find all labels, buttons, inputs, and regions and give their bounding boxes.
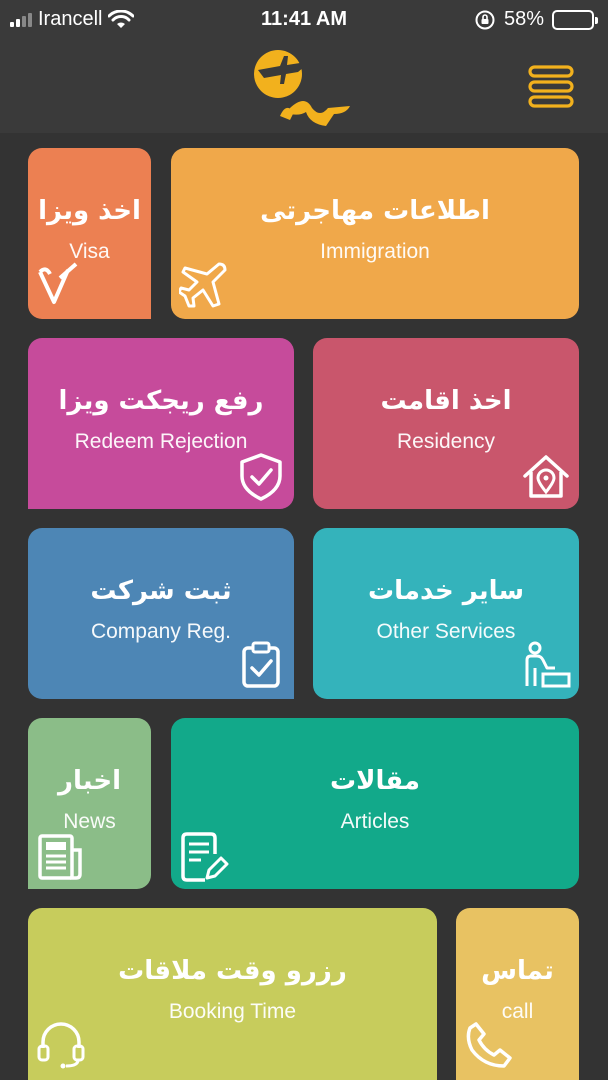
rotation-lock-icon xyxy=(475,10,495,29)
tile-residency-title-en: Residency xyxy=(396,430,496,453)
phone-icon xyxy=(466,1022,512,1068)
tile-company-registration[interactable]: ثبت شرکت Company Reg. xyxy=(28,528,294,699)
house-location-icon xyxy=(523,455,569,498)
tile-booking-title-fa: رزرو وقت ملاقات xyxy=(118,956,347,986)
airplane-icon xyxy=(179,262,227,308)
tile-redeem-title-fa: رفع ریجکت ویزا xyxy=(58,386,264,416)
tile-articles[interactable]: مقالات Articles xyxy=(171,718,579,889)
tile-call[interactable]: تماس call xyxy=(456,908,579,1080)
services-grid: اخذ ویزا Visa اطلاعات مهاجرتی Immigratio… xyxy=(0,133,608,1080)
shield-check-icon xyxy=(240,453,282,501)
visa-v-icon xyxy=(38,262,78,304)
tile-news[interactable]: اخبار News xyxy=(28,718,151,889)
person-desk-icon xyxy=(525,641,571,688)
tile-redeem-rejection[interactable]: رفع ریجکت ویزا Redeem Rejection xyxy=(28,338,294,509)
app-header xyxy=(0,40,608,133)
tile-residency-title-fa: اخذ اقامت xyxy=(380,386,512,416)
tile-booking-time[interactable]: رزرو وقت ملاقات Booking Time xyxy=(28,908,437,1080)
airplane-logo-icon[interactable] xyxy=(250,42,360,132)
tile-immigration-title-fa: اطلاعات مهاجرتی xyxy=(260,196,490,226)
tile-other-services[interactable]: سایر خدمات Other Services xyxy=(313,528,579,699)
tile-visa-title-fa: اخذ ویزا xyxy=(38,196,141,226)
tile-immigration-title-en: Immigration xyxy=(320,240,430,263)
tile-company-title-fa: ثبت شرکت xyxy=(90,576,232,606)
tile-redeem-title-en: Redeem Rejection xyxy=(74,430,248,453)
tile-residency[interactable]: اخذ اقامت Residency xyxy=(313,338,579,509)
menu-icon[interactable] xyxy=(526,62,576,112)
newspaper-icon xyxy=(38,834,82,880)
clipboard-check-icon xyxy=(242,641,280,688)
tile-immigration[interactable]: اطلاعات مهاجرتی Immigration xyxy=(171,148,579,319)
tile-services-title-fa: سایر خدمات xyxy=(367,576,525,606)
battery-percent: 58% xyxy=(503,8,544,30)
document-edit-icon xyxy=(181,832,229,882)
tile-visa[interactable]: اخذ ویزا Visa xyxy=(28,148,151,319)
tile-booking-title-en: Booking Time xyxy=(168,1000,297,1023)
tile-news-title-fa: اخبار xyxy=(58,766,121,796)
tile-articles-title-en: Articles xyxy=(340,810,410,833)
tile-call-title-fa: تماس xyxy=(481,956,554,986)
tile-news-title-en: News xyxy=(63,810,116,833)
status-right: 58% xyxy=(474,8,598,31)
status-bar: Irancell 11:41 AM 58% xyxy=(0,0,608,40)
battery-icon xyxy=(552,9,598,30)
tile-articles-title-fa: مقالات xyxy=(329,766,421,796)
headset-icon xyxy=(37,1022,85,1069)
